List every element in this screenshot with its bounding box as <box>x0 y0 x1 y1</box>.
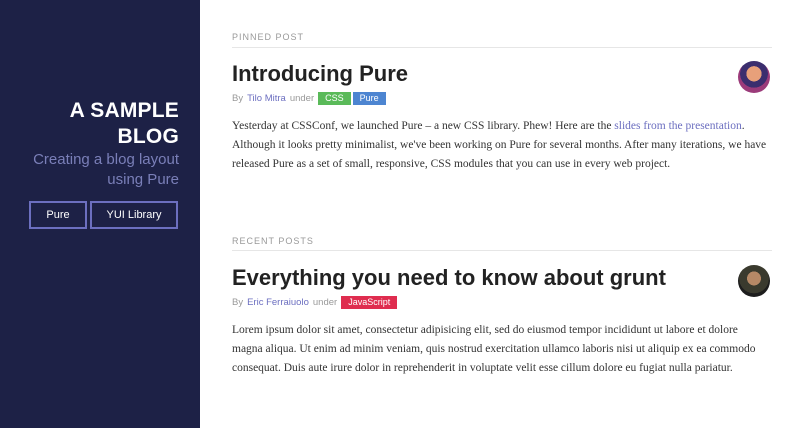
author-avatar <box>738 61 770 93</box>
author-link[interactable]: Eric Ferraiuolo <box>247 297 309 308</box>
blog-title: A SAMPLE BLOG <box>9 98 179 150</box>
sidebar-nav: Pure YUI Library <box>29 201 178 229</box>
by-label: By <box>232 92 244 104</box>
nav-pure-button[interactable]: Pure <box>29 201 87 229</box>
nav-yui-library-button[interactable]: YUI Library <box>90 201 178 229</box>
slides-link[interactable]: slides from the presentation <box>614 120 741 132</box>
by-label: By <box>232 296 244 308</box>
blog-title-line1: A SAMPLE <box>69 99 179 122</box>
blog-tagline: Creating a blog layout using Pure <box>0 150 179 190</box>
post-title[interactable]: Everything you need to know about grunt <box>232 264 772 292</box>
blog-tagline-line1: Creating a blog layout <box>33 151 179 168</box>
author-link[interactable]: Tilo Mitra <box>247 93 286 104</box>
tag-css[interactable]: CSS <box>318 91 351 105</box>
under-label: under <box>289 92 315 104</box>
post-body: Yesterday at CSSConf, we launched Pure –… <box>232 117 770 174</box>
recent-posts-label: RECENT POSTS <box>232 236 314 246</box>
tag-pure[interactable]: Pure <box>352 91 386 105</box>
blog-tagline-line2: using Pure <box>107 171 179 188</box>
author-avatar <box>738 265 770 297</box>
post-meta: By Eric Ferraiuolo under JavaScript <box>232 295 772 309</box>
post-meta: By Tilo Mitra under CSS Pure <box>232 91 772 105</box>
post-body: Lorem ipsum dolor sit amet, consectetur … <box>232 324 756 374</box>
pinned-post: Introducing Pure By Tilo Mitra under CSS… <box>232 60 772 174</box>
blog-title-line2: BLOG <box>117 125 179 148</box>
divider <box>232 47 772 48</box>
tag-javascript[interactable]: JavaScript <box>341 295 398 309</box>
under-label: under <box>312 296 338 308</box>
post-title[interactable]: Introducing Pure <box>232 60 772 88</box>
divider <box>232 250 772 251</box>
recent-post: Everything you need to know about grunt … <box>232 264 772 378</box>
pinned-post-label: PINNED POST <box>232 32 305 42</box>
sidebar: A SAMPLE BLOG Creating a blog layout usi… <box>0 0 200 428</box>
post-body-text: Yesterday at CSSConf, we launched Pure –… <box>232 120 615 132</box>
